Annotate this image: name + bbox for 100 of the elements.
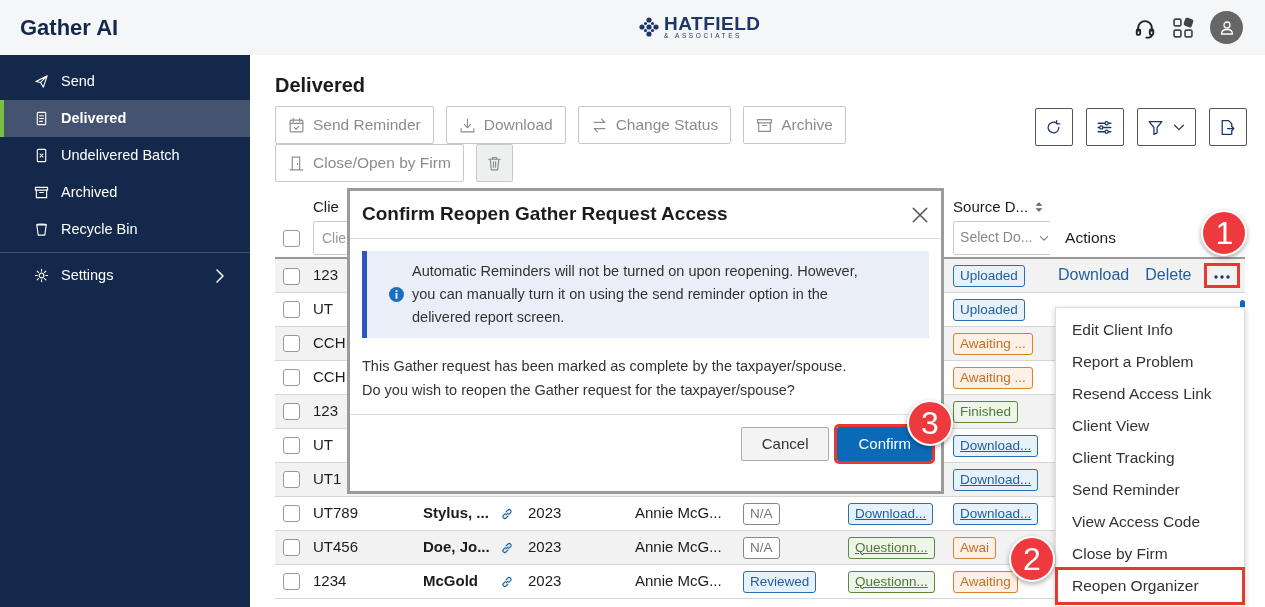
table-cell: CCH (313, 333, 346, 351)
app-title: Gather AI (20, 14, 119, 42)
row-checkbox[interactable] (283, 471, 300, 489)
table-cell: 123 (313, 266, 339, 283)
table-cell: 2023 (528, 503, 562, 521)
sidebar-item[interactable]: Send (0, 63, 250, 100)
refresh-icon (1045, 118, 1062, 136)
table-cell: Doe, Jo... (423, 537, 490, 555)
download-icon (458, 116, 476, 134)
page-title: Delivered (275, 73, 367, 97)
status-badge: Awaiting (953, 570, 1018, 593)
table-cell: Annie McG... (635, 503, 722, 521)
menu-item[interactable]: Edit Client Info (1058, 314, 1242, 346)
sliders-button[interactable] (1086, 108, 1124, 146)
sidebar-item[interactable]: Delivered (0, 100, 250, 137)
row-checkbox[interactable] (283, 573, 300, 591)
table-cell: Annie McG... (635, 537, 722, 555)
menu-item[interactable]: Client Tracking (1058, 442, 1242, 474)
menu-item[interactable]: Resend Access Link (1058, 378, 1242, 410)
cancel-button[interactable]: Cancel (740, 427, 830, 461)
table-cell: 2023 (528, 571, 562, 589)
table-cell: 1234 (313, 571, 347, 589)
filter-select[interactable]: Select Do... (953, 220, 1051, 255)
status-badge: Uploaded (953, 298, 1025, 321)
apps-icon (1172, 16, 1194, 39)
row-checkbox[interactable] (283, 301, 300, 319)
dialog-message: Do you wish to reopen the Gather request for the taxpayer/spouse? (362, 381, 796, 400)
status-badge: Awaiting ... (953, 332, 1033, 355)
status-badge[interactable]: Download... (848, 502, 934, 525)
table-cell: UT (313, 299, 333, 317)
export-button[interactable] (1209, 108, 1247, 146)
status-badge: N/A (743, 536, 780, 559)
filter-icon (1147, 118, 1164, 136)
row-checkbox[interactable] (283, 437, 300, 455)
menu-item[interactable]: Client View (1058, 410, 1242, 442)
refresh-button[interactable] (1035, 108, 1073, 146)
status-badge: N/A (743, 502, 780, 525)
column-header[interactable]: Clie (313, 197, 339, 215)
menu-item[interactable]: Reopen Organizer (1058, 570, 1242, 602)
bin-icon (34, 222, 49, 237)
filter-button[interactable] (1137, 108, 1196, 146)
brand-logo-icon (638, 15, 660, 38)
archive-icon (756, 116, 774, 134)
menu-item[interactable]: View Access Code (1058, 506, 1242, 538)
table-cell: CCH (313, 367, 346, 385)
status-badge: Reviewed (743, 570, 817, 593)
table-cell: UT456 (313, 537, 359, 555)
table-cell: UT (313, 435, 333, 453)
row-checkbox[interactable] (283, 369, 300, 387)
action-link[interactable]: Delete (1145, 263, 1192, 288)
status-badge[interactable]: Download... (953, 434, 1039, 457)
row-checkbox[interactable] (283, 539, 300, 557)
sidebar-item[interactable]: Recycle Bin (0, 211, 250, 248)
row-checkbox[interactable] (283, 335, 300, 353)
table-cell: Annie McG... (635, 571, 722, 589)
status-badge: Awai (953, 536, 997, 559)
settings-icon (34, 268, 49, 283)
row-checkbox[interactable] (283, 267, 300, 285)
row-checkbox[interactable] (283, 505, 300, 523)
table-cell: UT1 (313, 469, 342, 487)
table-cell: UT789 (313, 503, 359, 521)
status-badge[interactable]: Download... (953, 468, 1039, 491)
avatar[interactable] (1210, 11, 1243, 44)
status-badge[interactable]: Questionn... (848, 570, 935, 593)
archive-icon (34, 185, 49, 200)
document-x-icon (34, 148, 49, 163)
status-badge: Uploaded (953, 264, 1025, 287)
close-button[interactable] (911, 205, 929, 224)
trash-icon (485, 154, 503, 172)
more-icon (1213, 273, 1232, 280)
calendar-icon (288, 116, 305, 134)
table-cell: 2023 (528, 537, 562, 555)
sidebar-item[interactable]: Undelivered Batch (0, 137, 250, 174)
action-link[interactable]: Download (1058, 263, 1130, 288)
row-checkbox[interactable] (283, 403, 300, 421)
dialog-message: This Gather request has been marked as complete by the taxpayer/spouse. (362, 357, 848, 376)
menu-item[interactable]: Close by Firm (1058, 538, 1242, 570)
step-number: 1 (1201, 209, 1248, 256)
info-icon (389, 287, 404, 302)
export-icon (1219, 118, 1236, 136)
door-icon (288, 154, 305, 172)
settings-item[interactable]: Settings (0, 257, 250, 294)
menu-item[interactable]: Report a Problem (1058, 346, 1242, 378)
column-header: Actions (1064, 228, 1116, 246)
send-icon (34, 74, 49, 89)
table-cell: McGold (423, 571, 478, 589)
status-badge: Finished (953, 400, 1019, 423)
more-button[interactable] (1207, 265, 1238, 285)
document-icon (34, 111, 49, 126)
alert-text: Automatic Reminders will not be turned on upon reopening. However, you can manually turn it on using the send reminder option in the delivered report screen. (412, 262, 859, 327)
select-all-checkbox[interactable] (283, 229, 300, 247)
table-cell: Stylus, ... (423, 503, 489, 521)
status-badge: Awaiting ... (953, 366, 1033, 389)
close-icon (911, 205, 929, 224)
column-header[interactable]: Source D... (953, 195, 1029, 218)
status-badge[interactable]: Questionn... (848, 536, 935, 559)
dialog-title: Confirm Reopen Gather Request Access (362, 203, 728, 226)
menu-item[interactable]: Send Reminder (1058, 474, 1242, 506)
status-badge[interactable]: Download... (953, 502, 1039, 525)
sidebar-item[interactable]: Archived (0, 174, 250, 211)
